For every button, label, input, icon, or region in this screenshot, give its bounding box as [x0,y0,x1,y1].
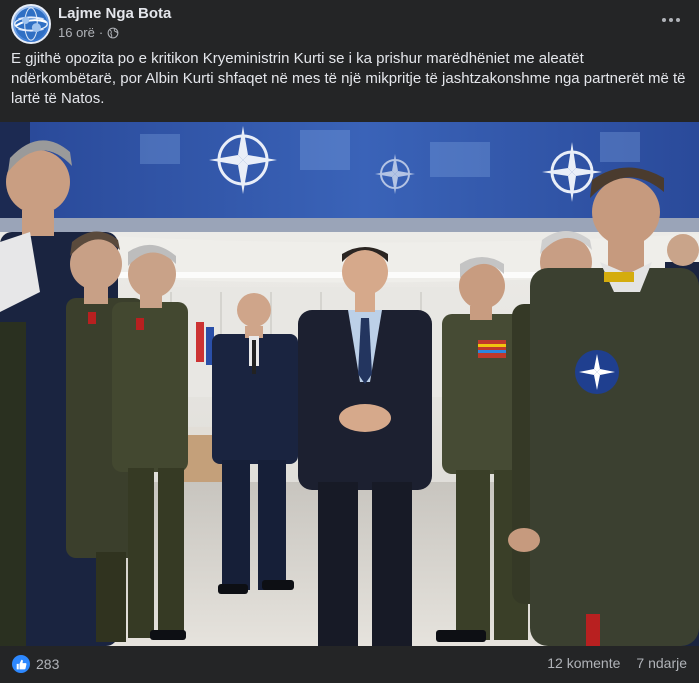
page-avatar[interactable] [11,4,51,44]
post-stats: 12 komente 7 ndarje [547,655,687,671]
post-header: Lajme Nga Bota 16 orë · [0,0,699,46]
meta-separator: · [98,25,104,40]
nato-meeting-photo [0,122,699,646]
reactions-summary[interactable]: 283 [12,655,59,673]
facebook-post: Lajme Nga Bota 16 orë · E gjithë opozita… [0,0,699,683]
comments-count-link[interactable]: 12 komente [547,655,620,671]
like-icon [12,655,30,673]
post-caption: E gjithë opozita po e kritikon Kryeminis… [11,50,686,107]
globe-logo-icon [14,7,48,41]
page-name-link[interactable]: Lajme Nga Bota [58,5,171,22]
reaction-count: 283 [36,656,60,672]
shoulder-nato-patch [575,350,619,394]
globe-icon[interactable] [107,27,119,39]
post-meta: 16 orë · [58,25,119,40]
post-time[interactable]: 16 orë [58,25,95,40]
shares-count-link[interactable]: 7 ndarje [636,655,687,671]
more-options-icon[interactable] [657,8,685,32]
post-photo[interactable] [0,122,699,646]
post-footer: 283 12 komente 7 ndarje [0,646,699,683]
